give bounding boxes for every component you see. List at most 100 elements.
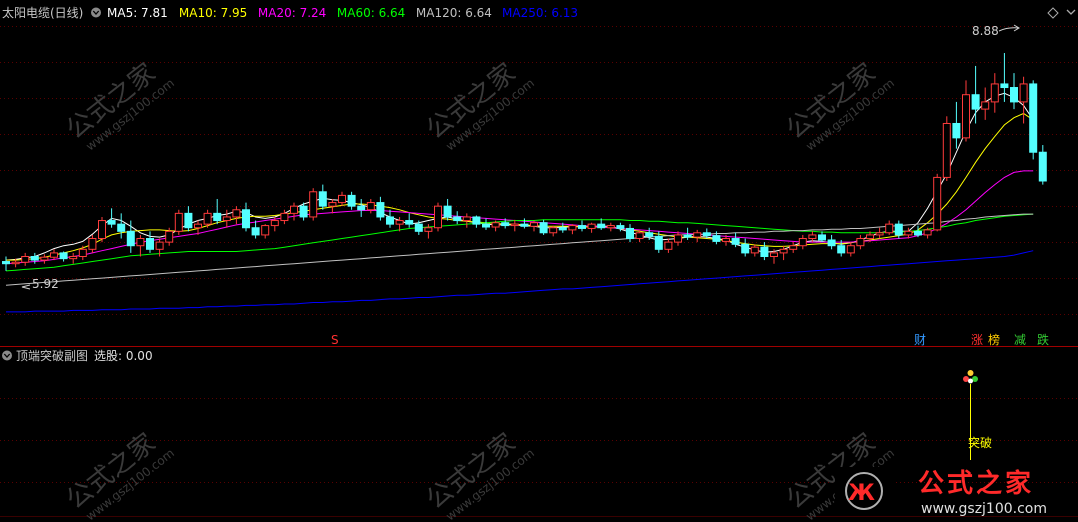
candle-up[interactable] — [261, 225, 270, 236]
candle-up[interactable] — [587, 223, 596, 229]
candle-down[interactable] — [914, 230, 922, 236]
marker-s[interactable]: S — [331, 333, 339, 347]
candle-down[interactable] — [1010, 87, 1018, 103]
candle-up[interactable] — [78, 248, 87, 258]
candle-down[interactable] — [357, 205, 366, 211]
candle-down[interactable] — [453, 216, 462, 222]
candle-up[interactable] — [693, 232, 702, 238]
candle-down[interactable] — [1000, 83, 1009, 89]
candle-up[interactable] — [789, 245, 798, 250]
marker-finance[interactable]: 财 — [914, 333, 926, 347]
candle-down[interactable] — [117, 223, 126, 232]
candle-up[interactable] — [328, 202, 337, 207]
candle-up[interactable] — [155, 241, 164, 250]
candle-down[interactable] — [376, 202, 385, 218]
candle-down[interactable] — [702, 232, 711, 237]
candle-down[interactable] — [520, 223, 529, 227]
candle-down[interactable] — [347, 194, 356, 207]
candle-up[interactable] — [962, 94, 970, 139]
chevron-down-icon[interactable] — [1066, 9, 1076, 15]
candle-down[interactable] — [1029, 83, 1038, 153]
candle-up[interactable] — [923, 229, 932, 236]
marker-rank[interactable]: 榜 — [988, 332, 1000, 347]
candle-up[interactable] — [770, 252, 778, 257]
candle-up[interactable] — [174, 212, 183, 232]
candle-down[interactable] — [827, 239, 836, 247]
candle-up[interactable] — [11, 261, 20, 265]
chart-svg[interactable]: 公式之家 www.gszj100.com 公式之家 www.gszj100.co… — [0, 0, 1078, 522]
candle-up[interactable] — [40, 256, 49, 261]
candle-down[interactable] — [126, 230, 135, 247]
candle-up[interactable] — [606, 225, 615, 229]
candle-down[interactable] — [712, 235, 721, 242]
candle-down[interactable] — [443, 205, 452, 218]
candle-down[interactable] — [213, 212, 222, 222]
candle-up[interactable] — [270, 220, 279, 227]
candle-down[interactable] — [318, 191, 327, 207]
candle-down[interactable] — [971, 94, 980, 110]
candle-down[interactable] — [818, 234, 826, 241]
candle-up[interactable] — [136, 238, 145, 247]
candle-up[interactable] — [875, 232, 884, 236]
candle-up[interactable] — [981, 101, 990, 110]
candle-up[interactable] — [530, 222, 538, 227]
candle-down[interactable] — [578, 225, 586, 229]
candle-down[interactable] — [386, 216, 394, 225]
candle-up[interactable] — [98, 220, 106, 240]
candle-up[interactable] — [674, 234, 682, 243]
marker-reduce[interactable]: 减 — [1014, 333, 1026, 347]
candle-up[interactable] — [309, 191, 318, 218]
candle-up[interactable] — [885, 223, 894, 234]
candle-down[interactable] — [472, 216, 481, 225]
candle-down[interactable] — [405, 220, 414, 225]
candle-up[interactable] — [280, 212, 289, 222]
candle-up[interactable] — [462, 216, 471, 222]
candle-up[interactable] — [69, 256, 78, 260]
candle-down[interactable] — [184, 212, 193, 229]
candle-up[interactable] — [366, 202, 375, 211]
candle-up[interactable] — [856, 238, 865, 247]
candle-up[interactable] — [664, 241, 673, 250]
candle-down[interactable] — [242, 209, 250, 229]
candle-down[interactable] — [501, 222, 510, 227]
candle-up[interactable] — [194, 223, 202, 229]
marker-fall[interactable]: 跌 — [1037, 332, 1049, 347]
candle-down[interactable] — [626, 227, 634, 240]
candle-up[interactable] — [549, 227, 558, 234]
candle-down[interactable] — [2, 261, 10, 265]
candle-down[interactable] — [558, 227, 567, 231]
candle-down[interactable] — [645, 232, 654, 237]
candle-down[interactable] — [731, 238, 740, 245]
candle-up[interactable] — [942, 122, 951, 178]
candle-up[interactable] — [88, 238, 97, 250]
candle-down[interactable] — [482, 223, 490, 228]
candle-up[interactable] — [290, 205, 298, 214]
candle-up[interactable] — [779, 248, 788, 254]
candle-down[interactable] — [894, 223, 903, 236]
candle-down[interactable] — [597, 223, 606, 229]
candle-down[interactable] — [952, 122, 961, 139]
candle-up[interactable] — [21, 256, 30, 263]
candle-up[interactable] — [232, 209, 241, 218]
candle-down[interactable] — [683, 234, 692, 238]
candle-up[interactable] — [635, 232, 644, 240]
candle-down[interactable] — [30, 256, 39, 261]
candle-up[interactable] — [491, 222, 500, 228]
candle-up[interactable] — [808, 234, 817, 240]
candle-up[interactable] — [203, 212, 212, 225]
candle-up[interactable] — [222, 216, 231, 222]
candle-down[interactable] — [107, 220, 116, 225]
candle-up[interactable] — [866, 234, 874, 240]
candle-down[interactable] — [654, 235, 663, 250]
marker-rise[interactable]: 涨 — [971, 332, 983, 347]
candle-up[interactable] — [1019, 83, 1028, 103]
candle-up[interactable] — [990, 83, 999, 103]
candle-up[interactable] — [722, 238, 730, 242]
indicator-menu-button[interactable] — [91, 7, 101, 18]
candle-down[interactable] — [616, 225, 625, 229]
candle-up[interactable] — [933, 176, 942, 231]
candle-up[interactable] — [165, 230, 174, 243]
candle-up[interactable] — [846, 245, 855, 254]
candle-down[interactable] — [539, 222, 548, 234]
candle-down[interactable] — [760, 246, 769, 257]
